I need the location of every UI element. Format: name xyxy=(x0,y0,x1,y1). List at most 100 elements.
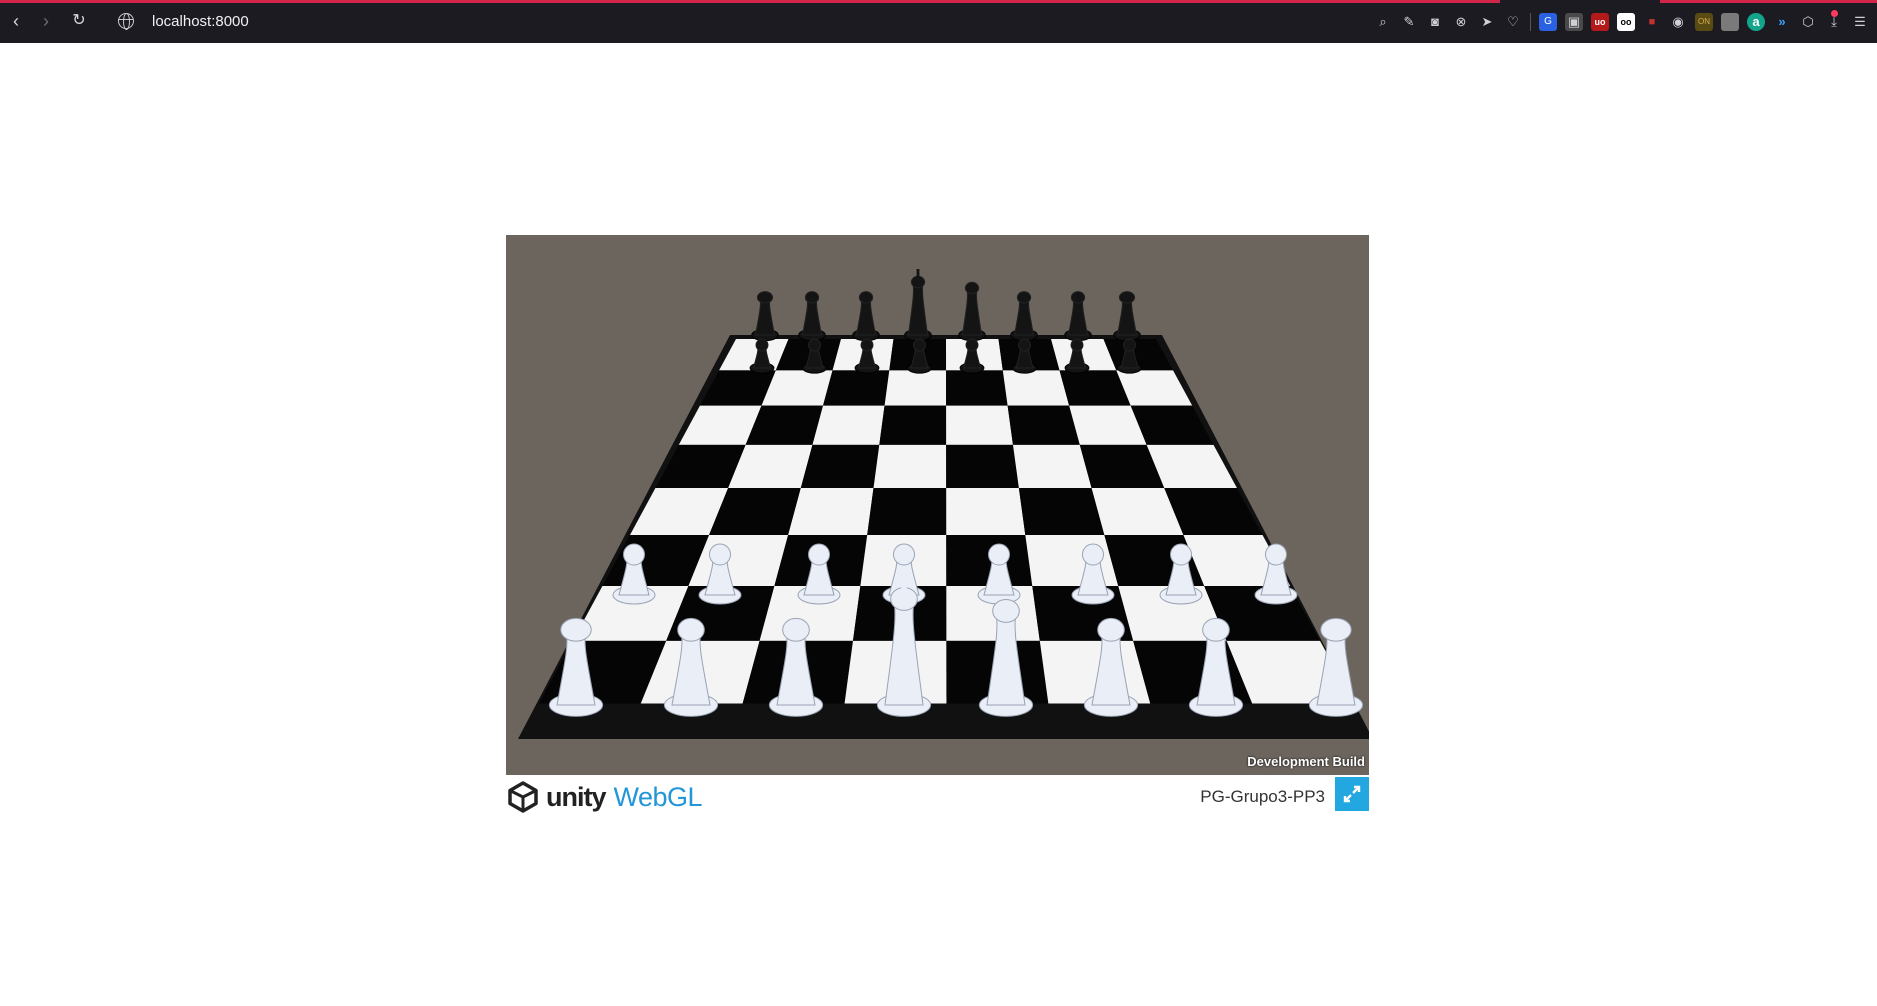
board-square xyxy=(800,444,880,488)
black-king-body xyxy=(907,284,929,336)
black-bishop-body xyxy=(1013,298,1035,336)
white-rook-head xyxy=(560,617,592,642)
black-bishop[interactable] xyxy=(1010,291,1038,342)
zoom-icon[interactable]: ⌕ xyxy=(1374,13,1392,31)
toolbar-separator xyxy=(1530,13,1531,31)
back-icon[interactable]: ‹ xyxy=(6,11,26,31)
fullscreen-icon xyxy=(1343,785,1361,803)
wave-icon[interactable]: » xyxy=(1773,13,1791,31)
amazon-icon[interactable]: a xyxy=(1747,13,1765,31)
cube-icon[interactable]: ▣ xyxy=(1565,13,1583,31)
ext-icon[interactable]: ON xyxy=(1695,13,1713,31)
white-pawn-head xyxy=(1170,543,1192,566)
sidebar-icon[interactable]: ☰ xyxy=(1851,13,1869,31)
black-knight-body xyxy=(801,298,823,336)
square-icon[interactable] xyxy=(1721,13,1739,31)
unity-footer: unity WebGL PG-Grupo3-PP3 xyxy=(506,777,1369,815)
black-pawn-head xyxy=(1070,338,1084,352)
webgl-wordmark: WebGL xyxy=(613,781,703,812)
ublock-icon[interactable]: uo xyxy=(1591,13,1609,31)
eye-icon[interactable]: ◉ xyxy=(1669,13,1687,31)
black-rook-head xyxy=(1118,291,1136,304)
black-knight[interactable] xyxy=(1064,291,1092,342)
black-pawn-head xyxy=(808,338,821,352)
white-pawn-head xyxy=(1082,543,1104,566)
white-pawn-head xyxy=(709,543,731,566)
unity-canvas[interactable]: Development Build xyxy=(506,235,1369,775)
black-pawn-head xyxy=(860,338,874,352)
camera-icon[interactable]: ◙ xyxy=(1426,13,1444,31)
box-icon[interactable]: ⬡ xyxy=(1799,13,1817,31)
white-knight-head xyxy=(1202,617,1230,642)
black-rook-body xyxy=(1116,298,1138,336)
black-rook-body xyxy=(754,298,776,336)
forward-icon[interactable]: › xyxy=(36,11,56,31)
unity-wordmark: unity xyxy=(546,781,606,812)
product-title: PG-Grupo3-PP3 xyxy=(1200,787,1325,806)
block-icon[interactable]: ⊗ xyxy=(1452,13,1470,31)
send-icon[interactable]: ➤ xyxy=(1478,13,1496,31)
video-icon[interactable]: ■ xyxy=(1643,13,1661,31)
white-queen-head xyxy=(992,599,1020,623)
chess-scene[interactable] xyxy=(506,235,1369,775)
black-pawn-head xyxy=(913,338,926,352)
heart-icon[interactable]: ♡ xyxy=(1504,13,1522,31)
tab-accent-line xyxy=(0,0,1500,3)
white-pawn-head xyxy=(1265,543,1287,566)
black-knight-body xyxy=(1067,298,1089,336)
white-bishop-head xyxy=(782,617,810,642)
black-pawn-head xyxy=(1123,338,1136,352)
glasses-icon[interactable]: oo xyxy=(1617,13,1635,31)
address-bar[interactable]: localhost:8000 xyxy=(152,13,249,30)
board-square xyxy=(946,487,1026,535)
fullscreen-button[interactable] xyxy=(1335,777,1369,811)
black-queen[interactable] xyxy=(958,281,986,342)
board-square xyxy=(946,370,1008,406)
black-knight[interactable] xyxy=(798,291,826,342)
black-queen-head xyxy=(964,281,980,295)
white-bishop-head xyxy=(1097,617,1125,642)
board-square xyxy=(1012,444,1092,488)
white-pawn-head xyxy=(623,543,645,566)
unity-webgl-logo: unity WebGL xyxy=(506,780,703,814)
development-build-label: Development Build xyxy=(1247,754,1365,769)
black-rook[interactable] xyxy=(751,291,779,342)
black-pawn-head xyxy=(755,338,769,352)
black-bishop[interactable] xyxy=(852,291,880,342)
board-square xyxy=(946,444,1019,488)
reload-icon[interactable]: ↻ xyxy=(69,11,89,31)
white-pawn-head xyxy=(808,543,830,566)
black-king[interactable] xyxy=(904,269,932,342)
black-queen-body xyxy=(961,290,983,336)
tab-accent-line-right xyxy=(1660,0,1877,3)
black-pawn-head xyxy=(965,338,979,352)
black-rook[interactable] xyxy=(1113,291,1141,342)
board-square xyxy=(879,405,947,445)
black-bishop-head xyxy=(1016,291,1032,304)
board-square xyxy=(873,444,947,488)
black-bishop-body xyxy=(855,298,877,336)
white-pawn-head xyxy=(988,543,1010,566)
translate-icon[interactable]: G xyxy=(1539,13,1557,31)
black-rook-head xyxy=(756,291,774,304)
white-pawn-head xyxy=(893,543,915,566)
browser-toolbar: ‹ › ↻ localhost:8000 ⌕ ✎ ◙ ⊗ ➤ ♡ G ▣ uo … xyxy=(0,0,1877,43)
white-knight-head xyxy=(677,617,705,642)
globe-icon[interactable] xyxy=(118,13,134,30)
board-square xyxy=(1002,370,1070,406)
board-square xyxy=(946,405,1013,445)
black-knight-head xyxy=(804,291,820,304)
black-knight-head xyxy=(1070,291,1086,304)
white-rook-head xyxy=(1320,617,1352,642)
edit-icon[interactable]: ✎ xyxy=(1400,13,1418,31)
board-square xyxy=(812,405,885,445)
board-square xyxy=(1007,405,1080,445)
board-square xyxy=(788,487,874,535)
download-badge xyxy=(1831,10,1838,17)
board-square xyxy=(823,370,890,406)
black-pawn-head xyxy=(1018,338,1031,352)
black-bishop-head xyxy=(858,291,874,304)
board-square xyxy=(1025,535,1119,586)
board-square xyxy=(884,370,947,406)
board-square xyxy=(1018,487,1105,535)
